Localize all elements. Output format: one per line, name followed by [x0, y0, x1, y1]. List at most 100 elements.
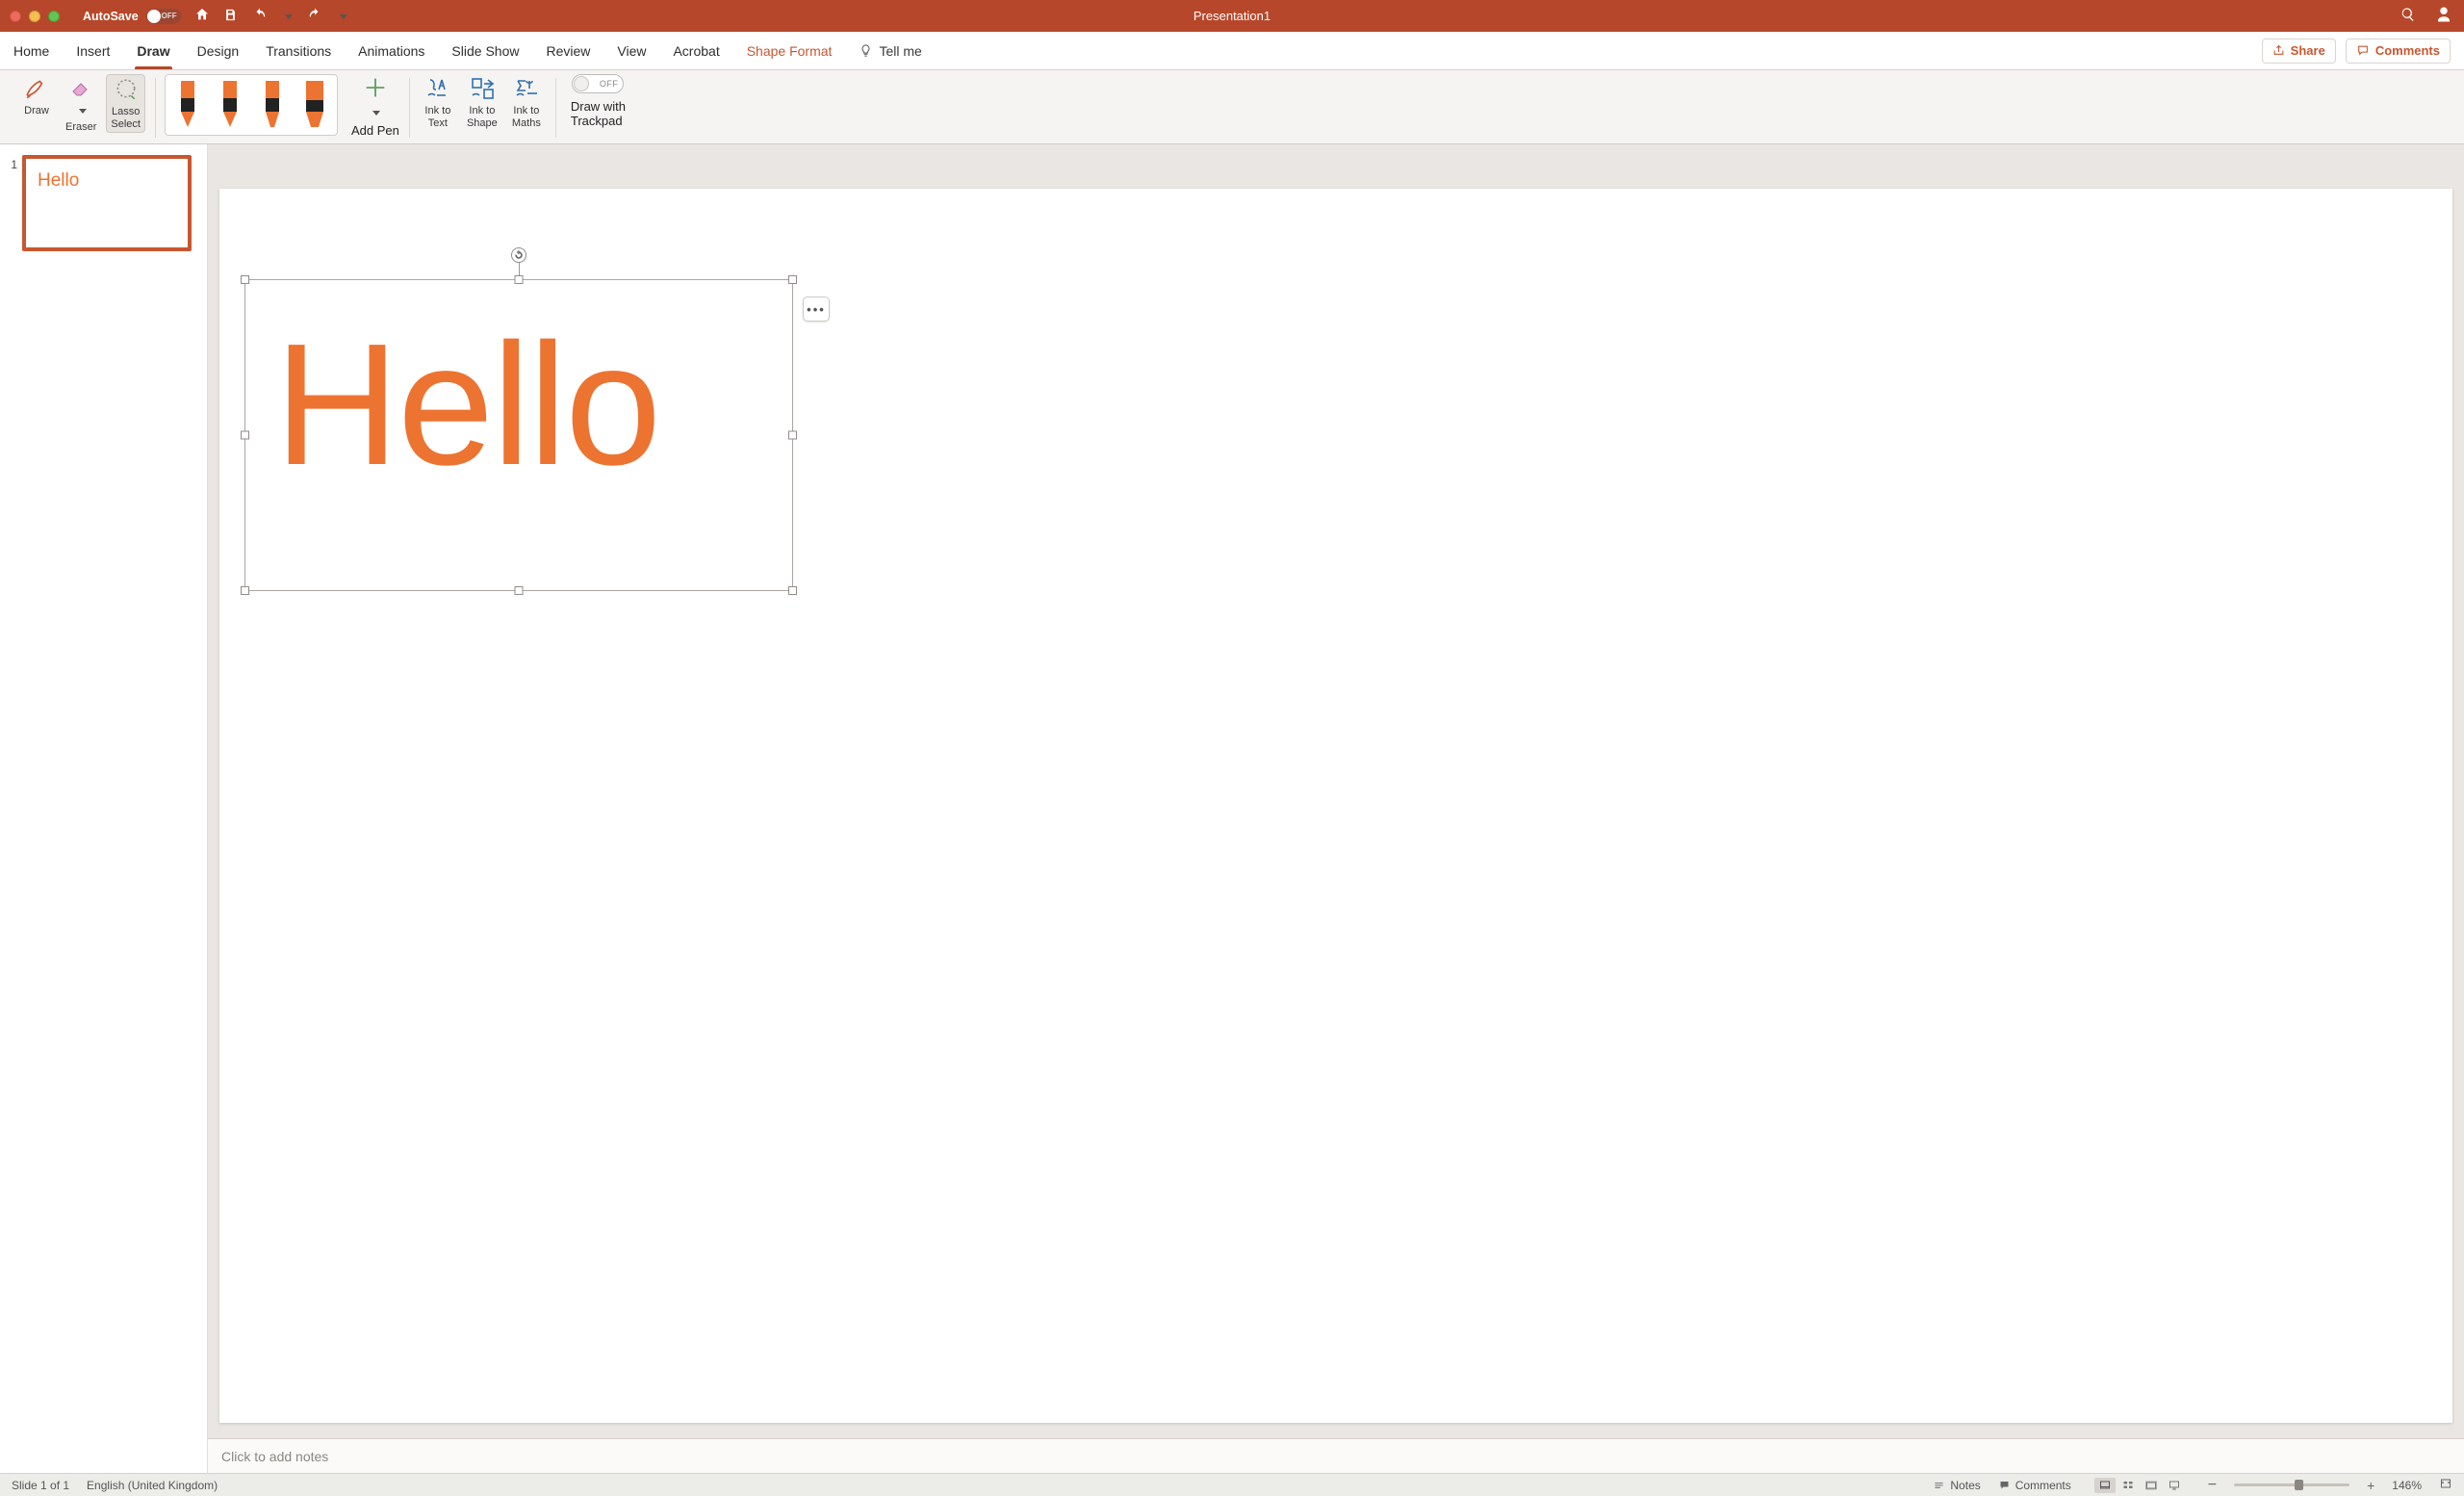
ink-to-maths-button[interactable]: Ink to Maths: [507, 74, 546, 131]
resize-handle-t[interactable]: [515, 275, 524, 284]
share-button[interactable]: Share: [2262, 39, 2336, 64]
tab-design[interactable]: Design: [197, 32, 240, 69]
ink-to-text-button[interactable]: Ink to Text: [419, 74, 457, 131]
comments-status-icon: [1998, 1480, 2011, 1491]
zoom-out-button[interactable]: −: [2208, 1477, 2217, 1494]
eraser-button[interactable]: Eraser: [62, 74, 100, 136]
tab-animations[interactable]: Animations: [358, 32, 424, 69]
slideshow-view-icon: [2168, 1480, 2181, 1491]
resize-handle-tr[interactable]: [788, 275, 797, 284]
sorter-view-icon: [2121, 1480, 2135, 1491]
zoom-slider-thumb[interactable]: [2295, 1480, 2303, 1490]
close-window-icon[interactable]: [10, 11, 21, 22]
tab-shape-format[interactable]: Shape Format: [747, 32, 833, 69]
add-pen-dropdown-icon[interactable]: [370, 105, 380, 119]
status-slide-info[interactable]: Slide 1 of 1: [12, 1479, 69, 1492]
tab-draw[interactable]: Draw: [137, 32, 169, 69]
lasso-label: Lasso Select: [111, 106, 141, 130]
save-icon[interactable]: [223, 8, 238, 25]
slide-canvas-wrap[interactable]: Hello •••: [208, 144, 2464, 1438]
slide-title-text[interactable]: Hello: [274, 319, 659, 492]
pen-2[interactable]: [214, 79, 246, 131]
tell-me-search[interactable]: Tell me: [859, 43, 921, 59]
thumbnail-row[interactable]: 1 Hello: [6, 156, 201, 250]
resize-handle-r[interactable]: [788, 431, 797, 440]
draw-tool-button[interactable]: Draw: [17, 74, 56, 119]
zoom-in-button[interactable]: +: [2367, 1478, 2374, 1493]
notes-pane[interactable]: Click to add notes: [208, 1438, 2464, 1473]
rotate-icon: [514, 250, 524, 260]
thumbnail-text: Hello: [38, 170, 79, 192]
share-label: Share: [2291, 43, 2325, 58]
home-icon[interactable]: [194, 7, 210, 25]
ink-text-label: Ink to Text: [424, 105, 450, 129]
status-language[interactable]: English (United Kingdom): [87, 1479, 218, 1492]
tell-me-label: Tell me: [879, 43, 921, 59]
selected-text-box[interactable]: Hello: [244, 279, 793, 591]
tab-insert[interactable]: Insert: [76, 32, 110, 69]
status-comments-label: Comments: [2015, 1479, 2071, 1492]
zoom-slider[interactable]: [2234, 1483, 2349, 1486]
maximize-window-icon[interactable]: [48, 11, 60, 22]
slide-1-thumbnail[interactable]: Hello: [23, 156, 191, 250]
slide-canvas[interactable]: Hello •••: [219, 189, 2452, 1423]
qat-customize-icon[interactable]: [337, 9, 347, 23]
pen-3[interactable]: [256, 79, 289, 131]
notes-placeholder: Click to add notes: [221, 1449, 328, 1464]
slide-thumbnail-pane[interactable]: 1 Hello: [0, 144, 208, 1473]
add-pen-button[interactable]: Add Pen: [351, 74, 399, 138]
shape-context-menu-button[interactable]: •••: [803, 297, 830, 322]
trackpad-toggle[interactable]: OFF: [572, 74, 624, 93]
pen-4[interactable]: [298, 79, 331, 131]
ink-shape-icon: [469, 76, 496, 101]
search-icon[interactable]: [2400, 7, 2416, 25]
fit-window-icon: [2439, 1478, 2452, 1489]
account-icon[interactable]: [2435, 6, 2452, 26]
resize-handle-br[interactable]: [788, 586, 797, 595]
resize-handle-l[interactable]: [241, 431, 249, 440]
resize-handle-b[interactable]: [515, 586, 524, 595]
redo-icon[interactable]: [306, 8, 323, 24]
toggle-knob: [574, 76, 589, 91]
fit-to-window-button[interactable]: [2439, 1478, 2452, 1492]
status-comments-button[interactable]: Comments: [1998, 1479, 2071, 1492]
comments-label: Comments: [2375, 43, 2440, 58]
tab-review[interactable]: Review: [546, 32, 590, 69]
autosave-toggle[interactable]: OFF: [146, 9, 181, 24]
minimize-window-icon[interactable]: [29, 11, 40, 22]
draw-with-trackpad[interactable]: OFF Draw with Trackpad: [571, 74, 626, 128]
slide-area: Hello ••• Click to add notes: [208, 144, 2464, 1473]
zoom-level[interactable]: 146%: [2392, 1479, 2422, 1492]
tab-slide-show[interactable]: Slide Show: [451, 32, 519, 69]
status-notes-button[interactable]: Notes: [1933, 1479, 1980, 1492]
reading-view-button[interactable]: [2141, 1478, 2162, 1493]
tab-transitions[interactable]: Transitions: [266, 32, 331, 69]
resize-handle-tl[interactable]: [241, 275, 249, 284]
ink-to-shape-button[interactable]: Ink to Shape: [463, 74, 501, 131]
ribbon-group-trackpad: OFF Draw with Trackpad: [555, 72, 635, 143]
ink-maths-label: Ink to Maths: [512, 105, 541, 129]
tab-acrobat[interactable]: Acrobat: [673, 32, 719, 69]
eraser-dropdown-icon[interactable]: [76, 103, 87, 117]
lasso-select-button[interactable]: Lasso Select: [106, 74, 145, 133]
rotation-handle[interactable]: [511, 247, 526, 263]
undo-dropdown-icon[interactable]: [282, 9, 293, 23]
lasso-icon: [114, 77, 139, 102]
tab-home[interactable]: Home: [13, 32, 49, 69]
slideshow-view-button[interactable]: [2164, 1478, 2185, 1493]
quick-access-toolbar: [194, 7, 347, 25]
document-title: Presentation1: [1194, 9, 1270, 23]
comments-button[interactable]: Comments: [2346, 39, 2451, 64]
status-notes-label: Notes: [1950, 1479, 1980, 1492]
trackpad-toggle-state: OFF: [600, 79, 624, 89]
undo-icon[interactable]: [251, 8, 269, 24]
ribbon-actions: Share Comments: [2262, 39, 2451, 64]
tab-view[interactable]: View: [617, 32, 646, 69]
slide-sorter-view-button[interactable]: [2118, 1478, 2139, 1493]
pen-gallery[interactable]: [165, 74, 338, 136]
resize-handle-bl[interactable]: [241, 586, 249, 595]
normal-view-button[interactable]: [2094, 1478, 2116, 1493]
pen-1[interactable]: [171, 79, 204, 131]
ribbon-content-draw: Draw Eraser Lasso Select Add Pen: [0, 70, 2464, 144]
autosave-control[interactable]: AutoSave OFF: [83, 9, 181, 24]
